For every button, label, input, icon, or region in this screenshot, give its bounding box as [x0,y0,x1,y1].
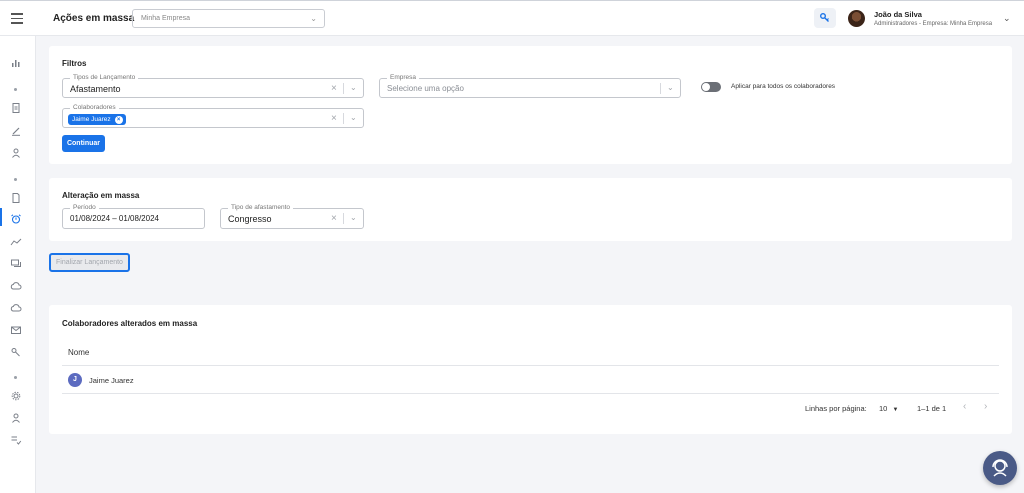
rows-per-page-label: Linhas por página: [805,404,867,413]
checklist-icon[interactable] [10,435,22,445]
periodo-field[interactable]: Período 01/08/2024 – 01/08/2024 [62,204,205,229]
key-icon [819,12,829,22]
sidebar [0,36,36,493]
section-dot [14,178,17,181]
clear-icon[interactable]: × [331,213,337,224]
separator [660,83,661,94]
chip-remove-icon[interactable]: × [114,116,123,124]
clear-icon[interactable]: × [331,83,337,94]
trend-icon[interactable] [10,237,22,247]
clear-icon[interactable]: × [331,113,337,124]
mail-icon[interactable] [10,325,22,335]
tipos-lancamento-select[interactable]: Tipos de Lançamento Afastamento × ⌄ [62,74,364,98]
page-title: Ações em massa [53,13,135,24]
tipo-afastamento-label: Tipo de afastamento [228,204,294,211]
user-icon[interactable] [10,148,22,158]
mass-change-title: Alteração em massa [62,191,140,200]
cloud-alt-icon[interactable] [10,303,22,313]
apply-all-label: Aplicar para todos os colaboradores [731,83,836,90]
user-menu-chevron-icon[interactable]: ⌄ [1003,13,1011,24]
gear-icon[interactable] [10,391,22,401]
person-icon[interactable] [10,413,22,423]
finalize-button[interactable]: Finalizar Lançamento [49,253,130,272]
menu-icon[interactable] [11,13,23,24]
continue-button[interactable]: Continuar [62,135,105,152]
separator [343,213,344,224]
table-header: Nome [62,340,999,366]
empresa-placeholder: Selecione uma opção [387,84,464,93]
key-button[interactable] [814,8,836,28]
row-name: Jaime Juarez [89,376,134,385]
key-icon[interactable] [10,347,22,357]
separator [343,113,344,124]
chevron-down-icon: ⌄ [310,14,317,23]
chevron-down-icon[interactable]: ⌄ [350,213,357,222]
filters-card: Filtros [49,46,1012,164]
caret-down-icon: ▼ [892,407,899,413]
periodo-label: Período [70,204,99,211]
active-indicator [0,208,2,226]
cloud-icon[interactable] [10,281,22,291]
colaboradores-select[interactable]: Colaboradores Jaime Juarez × × ⌄ [62,104,364,128]
prev-page-icon[interactable]: ‹ [963,401,966,412]
user-avatar[interactable] [848,10,865,27]
chart-icon[interactable] [10,58,22,68]
chevron-down-icon[interactable]: ⌄ [350,83,357,92]
headset-icon [992,459,1008,477]
tipos-lancamento-label: Tipos de Lançamento [70,74,139,81]
chip-label: Jaime Juarez [72,116,111,123]
user-role: Administradores - Empresa: Minha Empresa [874,21,993,27]
results-title: Colaboradores alterados em massa [62,319,198,328]
top-bar: Ações em massa Minha Empresa ⌄ João da S… [0,0,1024,36]
tipo-afastamento-value: Congresso [228,214,272,224]
alarm-icon[interactable] [10,214,22,224]
collaborator-chip[interactable]: Jaime Juarez × [68,114,126,125]
empresa-select[interactable]: Empresa Selecione uma opção ⌄ [379,74,681,98]
pen-icon[interactable] [10,126,22,136]
table-row[interactable]: J Jaime Juarez [62,366,999,394]
chevron-down-icon[interactable]: ⌄ [667,83,674,92]
section-dot [14,88,17,91]
document-icon[interactable] [10,103,22,113]
avatar: J [68,373,82,387]
rows-per-page-value: 10 [879,404,888,413]
company-select[interactable]: Minha Empresa ⌄ [132,9,325,28]
pagination-range: 1–1 de 1 [917,404,947,413]
colaboradores-label: Colaboradores [70,104,119,111]
filters-title: Filtros [62,59,87,68]
separator [343,83,344,94]
user-name: João da Silva [874,10,922,19]
toggle-knob [702,83,710,91]
empresa-label: Empresa [387,74,420,81]
periodo-value: 01/08/2024 – 01/08/2024 [70,214,159,223]
next-page-icon[interactable]: › [984,401,987,412]
column-header-nome: Nome [68,348,90,357]
apply-all-toggle[interactable] [701,82,721,92]
file-icon[interactable] [10,193,22,203]
support-fab[interactable] [983,451,1017,485]
tipos-lancamento-value: Afastamento [70,84,121,94]
tipo-afastamento-select[interactable]: Tipo de afastamento Congresso × ⌄ [220,204,364,229]
section-dot [14,376,17,379]
chat-icon[interactable] [10,259,22,269]
rows-per-page-select[interactable]: 10 ▼ [879,404,898,413]
chevron-down-icon[interactable]: ⌄ [350,113,357,122]
company-select-value: Minha Empresa [141,15,191,22]
